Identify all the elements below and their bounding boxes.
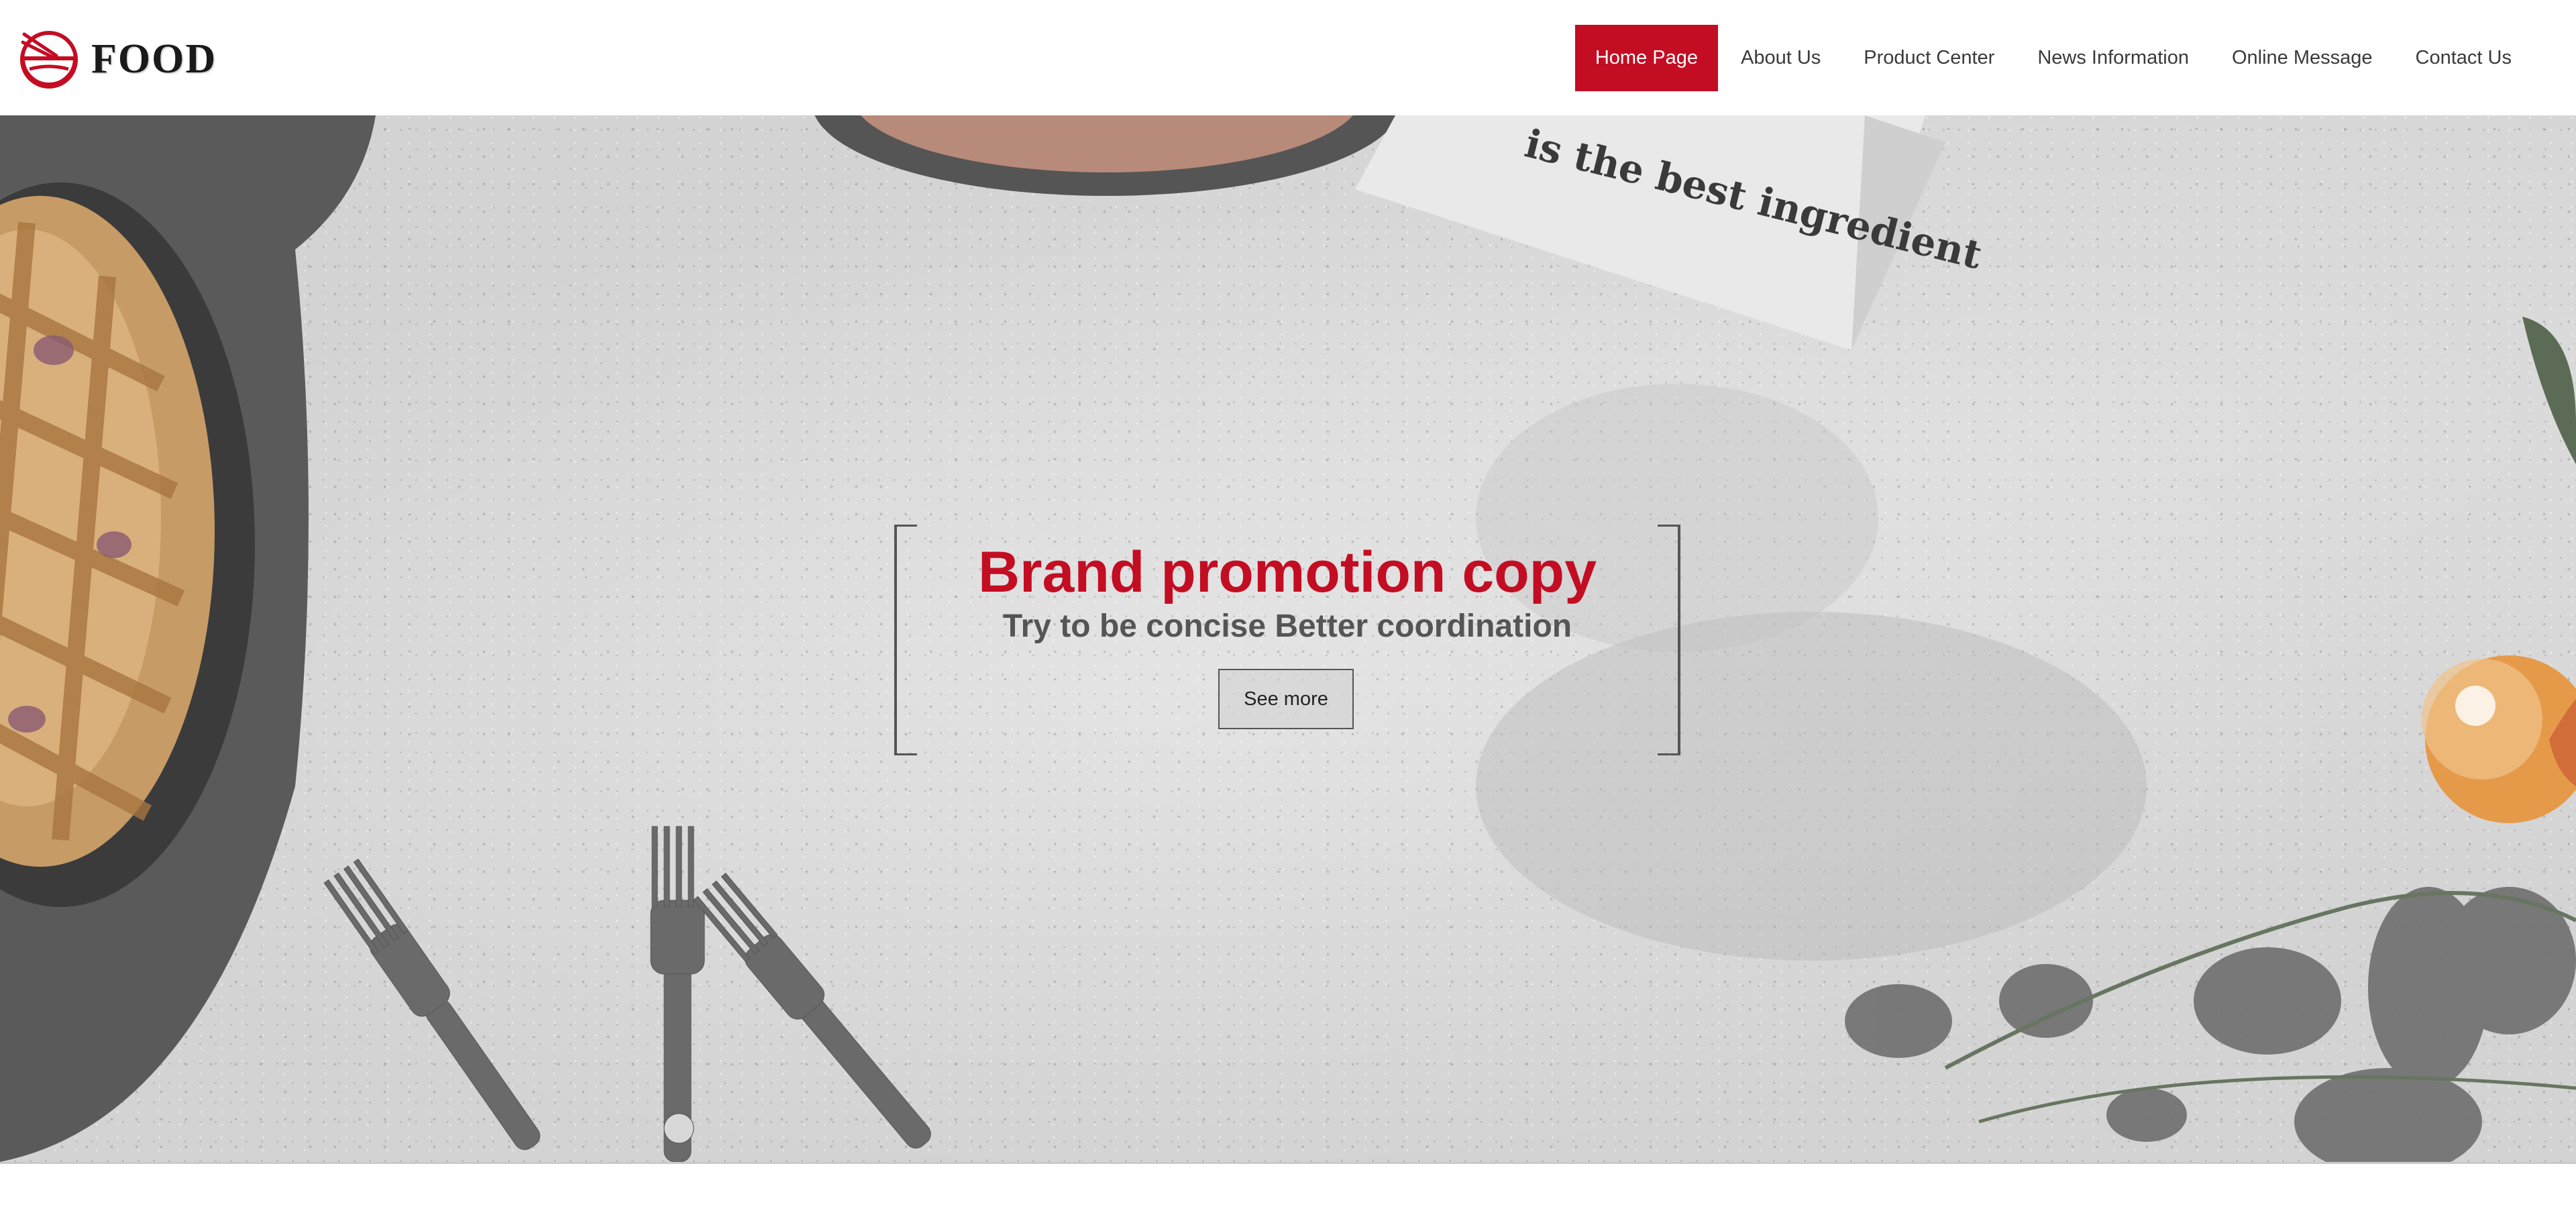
- nav-item-home[interactable]: Home Page: [1574, 25, 1718, 91]
- napkin-image: is the best ingredient: [1355, 115, 1986, 350]
- plate-image: [814, 115, 1399, 196]
- leaf-image: [2522, 317, 2576, 464]
- site-header: FOOD Home Page About Us Product Center N…: [0, 0, 2576, 115]
- hero-promo: Brand promotion copy Try to be concise B…: [894, 525, 1680, 755]
- nav-item-products[interactable]: Product Center: [1843, 25, 2015, 91]
- see-more-button[interactable]: See more: [1218, 669, 1354, 729]
- nav-item-news[interactable]: News Information: [2017, 25, 2209, 91]
- nav-item-message[interactable]: Online Message: [2212, 25, 2393, 91]
- nav-item-contact[interactable]: Contact Us: [2396, 25, 2532, 91]
- bowl-chopsticks-icon: [20, 31, 78, 89]
- logo[interactable]: FOOD: [19, 25, 217, 93]
- hero-subtitle: Try to be concise Better coordination: [1002, 608, 1572, 644]
- hero-banner: is the best ingredient Brand promotion c…: [0, 115, 2576, 1162]
- pie-image: [0, 115, 376, 1162]
- section-divider: [0, 1162, 2576, 1164]
- apple-image: [2422, 655, 2576, 823]
- forks-image: [323, 826, 931, 1162]
- main-nav: Home Page About Us Product Center News I…: [1572, 25, 2532, 91]
- hero-title: Brand promotion copy: [977, 540, 1597, 604]
- nav-item-about[interactable]: About Us: [1721, 25, 1841, 91]
- logo-text: FOOD: [91, 36, 217, 82]
